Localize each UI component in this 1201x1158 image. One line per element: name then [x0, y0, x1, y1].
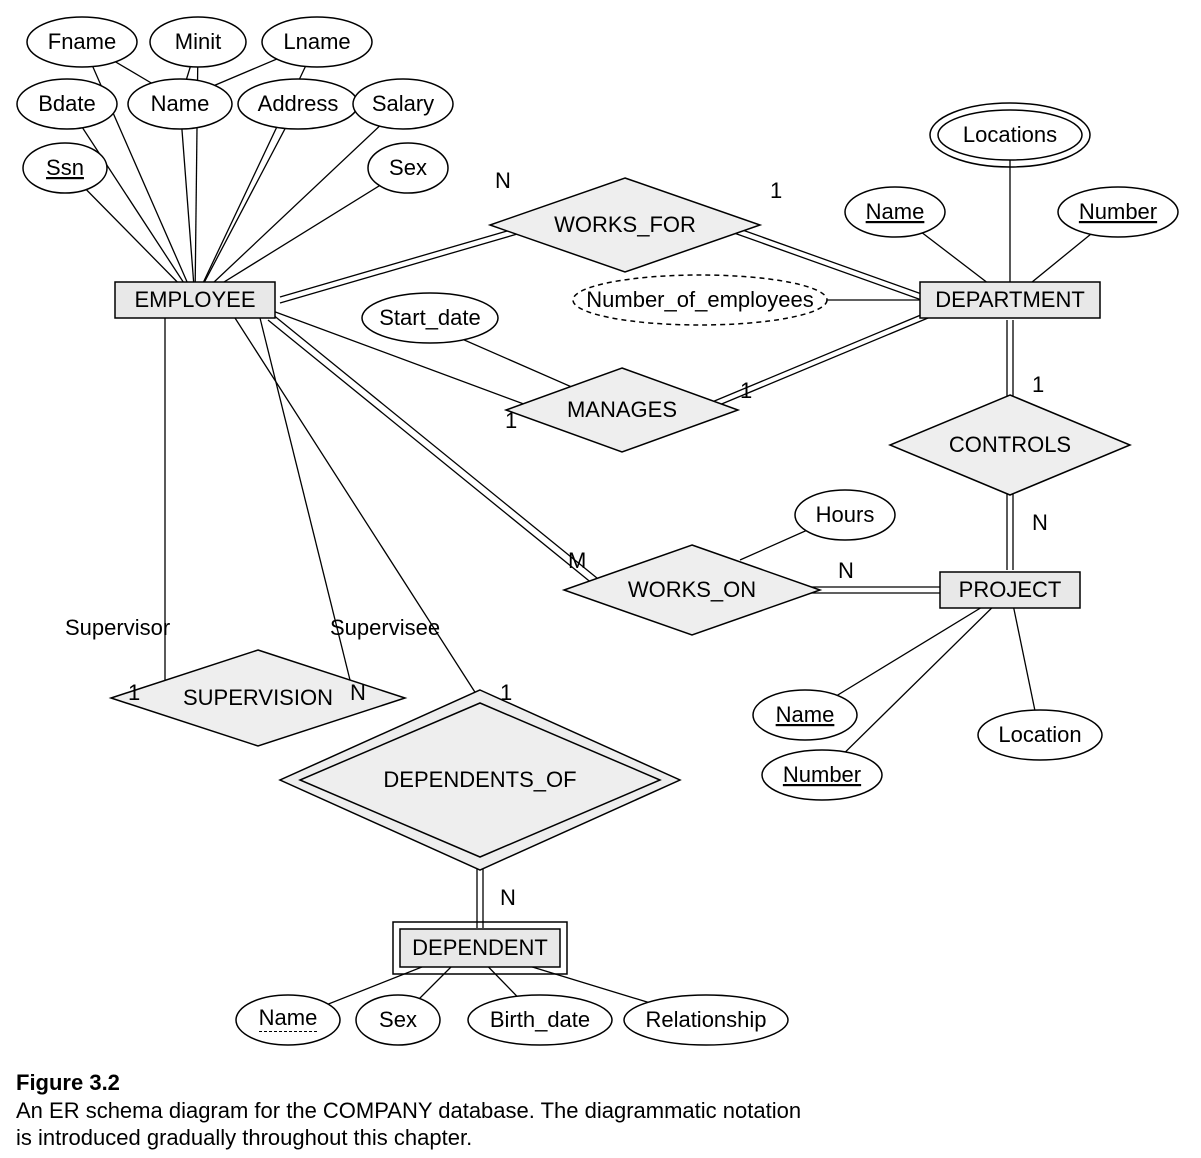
svg-text:EMPLOYEE: EMPLOYEE	[134, 287, 255, 312]
supervision-lines	[165, 318, 350, 680]
attr-ssn: Ssn	[46, 155, 84, 180]
svg-text:DEPENDENTS_OF: DEPENDENTS_OF	[383, 767, 576, 792]
card-depof-n: N	[500, 885, 516, 910]
attr-emp-sex: Sex	[389, 155, 427, 180]
attr-birth-date: Birth_date	[490, 1007, 590, 1032]
attr-fname: Fname	[48, 29, 116, 54]
card-works-on-n: N	[838, 558, 854, 583]
attr-lname: Lname	[283, 29, 350, 54]
card-works-on-m: M	[568, 548, 586, 573]
card-supervision-1: 1	[128, 680, 140, 705]
svg-text:DEPARTMENT: DEPARTMENT	[935, 287, 1085, 312]
card-works-for-1: 1	[770, 178, 782, 203]
attr-dep-sex: Sex	[379, 1007, 417, 1032]
figure-caption-2: is introduced gradually throughout this …	[16, 1125, 472, 1150]
attr-bdate: Bdate	[38, 91, 96, 116]
card-works-for-n: N	[495, 168, 511, 193]
figure-caption-1: An ER schema diagram for the COMPANY dat…	[16, 1098, 801, 1123]
attr-emp-name: Name	[151, 91, 210, 116]
card-supervision-n: N	[350, 680, 366, 705]
employee-attr-lines	[65, 42, 408, 300]
attr-proj-location: Location	[998, 722, 1081, 747]
attr-start-date: Start_date	[379, 305, 481, 330]
attr-dep-name: Name	[259, 1005, 318, 1032]
attr-dept-number: Number	[1079, 199, 1157, 224]
attr-locations: Locations	[963, 122, 1057, 147]
svg-text:CONTROLS: CONTROLS	[949, 432, 1071, 457]
svg-text:MANAGES: MANAGES	[567, 397, 677, 422]
attr-address: Address	[258, 91, 339, 116]
card-depof-1: 1	[500, 680, 512, 705]
svg-text:WORKS_FOR: WORKS_FOR	[554, 212, 696, 237]
card-manages-dept: 1	[740, 378, 752, 403]
svg-text:WORKS_ON: WORKS_ON	[628, 577, 756, 602]
attr-num-employees: Number_of_employees	[586, 287, 813, 312]
card-controls-n: N	[1032, 510, 1048, 535]
figure-title: Figure 3.2	[16, 1070, 120, 1095]
card-manages-emp: 1	[505, 408, 517, 433]
works-on-lines	[268, 314, 940, 593]
attr-proj-number: Number	[783, 762, 861, 787]
attr-minit: Minit	[175, 29, 221, 54]
role-supervisor: Supervisor	[65, 615, 170, 640]
attr-salary: Salary	[372, 91, 434, 116]
svg-text:DEPENDENT: DEPENDENT	[412, 935, 548, 960]
er-diagram: Fname Minit Lname Bdate Name Address Sal…	[0, 0, 1201, 1158]
role-supervisee: Supervisee	[330, 615, 440, 640]
attr-hours: Hours	[816, 502, 875, 527]
attr-proj-name: Name	[776, 702, 835, 727]
svg-text:PROJECT: PROJECT	[959, 577, 1062, 602]
svg-text:SUPERVISION: SUPERVISION	[183, 685, 333, 710]
card-controls-1: 1	[1032, 372, 1044, 397]
attr-relationship: Relationship	[645, 1007, 766, 1032]
attr-dept-name: Name	[866, 199, 925, 224]
